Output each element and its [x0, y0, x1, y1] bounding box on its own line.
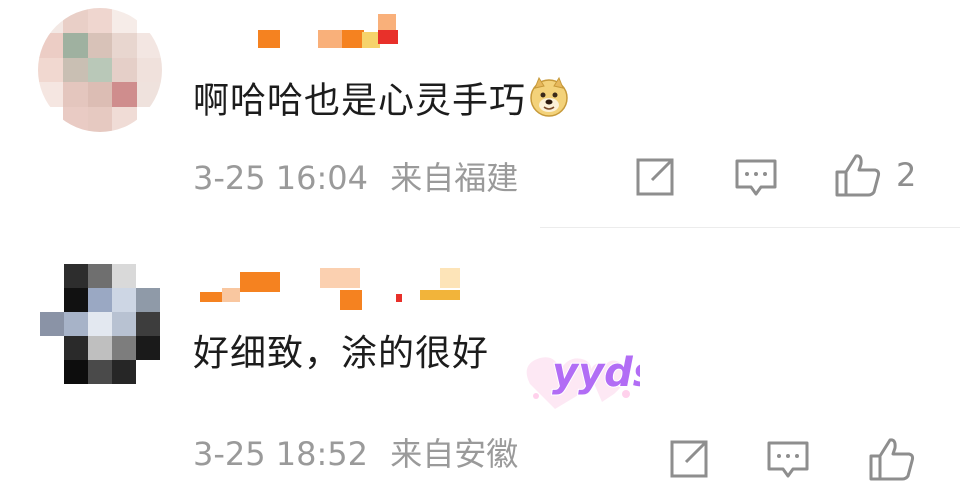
- like-button[interactable]: 2: [834, 152, 916, 198]
- username-redacted[interactable]: [258, 14, 488, 48]
- comment-icon: [735, 159, 777, 196]
- comment-meta: 3-25 18:52 来自安徽: [193, 434, 530, 474]
- comment-item: 啊哈哈也是心灵手巧 3-25 16:04 来自福建 2: [0, 0, 960, 228]
- like-count: 2: [896, 156, 917, 194]
- location: 来自福建: [390, 159, 519, 197]
- share-icon: [636, 158, 674, 196]
- doge-emoji-icon: [528, 76, 570, 129]
- like-button[interactable]: [868, 436, 930, 482]
- comment-item: 好细致，涂的很好 yyds 3-25 18:52 来自安徽: [0, 228, 960, 481]
- thumbs-up-icon: [835, 154, 881, 197]
- sticker-label: yyds: [552, 350, 640, 396]
- location: 来自安徽: [390, 435, 519, 473]
- comment-text: 啊哈哈也是心灵手巧: [193, 76, 570, 129]
- yyds-sticker: yyds: [510, 314, 658, 418]
- share-button[interactable]: [668, 438, 710, 480]
- thumbs-up-icon: [869, 438, 915, 481]
- avatar[interactable]: [38, 8, 162, 132]
- timestamp: 3-25 18:52: [193, 435, 369, 473]
- timestamp: 3-25 16:04: [193, 159, 369, 197]
- reply-button[interactable]: [766, 440, 810, 480]
- comment-meta: 3-25 16:04 来自福建: [193, 158, 530, 198]
- reply-button[interactable]: [734, 158, 778, 198]
- share-button[interactable]: [634, 156, 676, 198]
- comment-text: 好细致，涂的很好: [193, 333, 490, 374]
- share-icon: [670, 440, 708, 478]
- username-redacted[interactable]: [200, 268, 470, 310]
- comment-icon: [767, 441, 809, 478]
- avatar[interactable]: [40, 264, 160, 384]
